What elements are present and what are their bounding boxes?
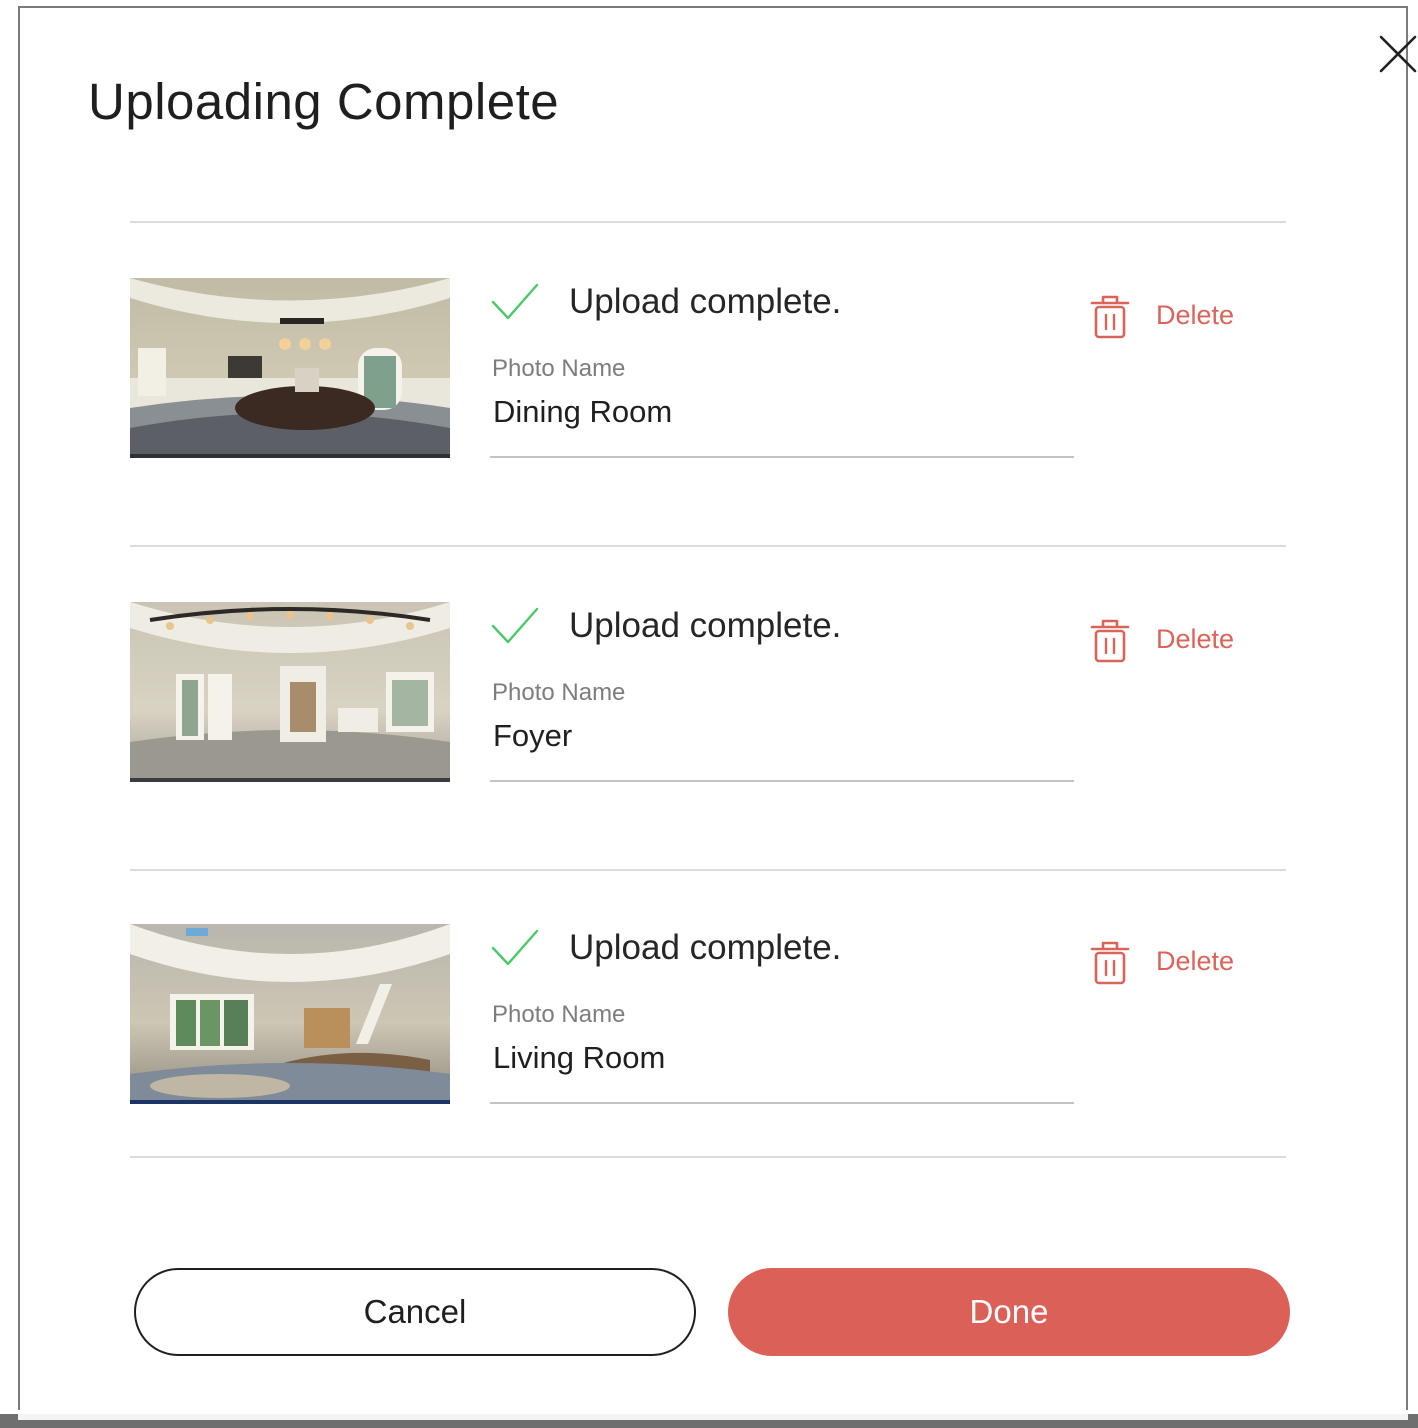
list-divider xyxy=(130,869,1286,871)
delete-button[interactable]: Delete xyxy=(1086,938,1246,986)
check-icon xyxy=(491,929,539,966)
photo-name-label: Photo Name xyxy=(492,679,626,706)
window-bottom-edge xyxy=(0,1414,1418,1428)
list-divider xyxy=(130,221,1286,223)
check-icon xyxy=(491,607,539,644)
trash-icon xyxy=(1090,619,1130,663)
photo-name-input[interactable] xyxy=(490,1036,1074,1104)
done-button[interactable]: Done xyxy=(728,1268,1290,1356)
upload-status: Upload complete. xyxy=(569,282,842,321)
delete-label: Delete xyxy=(1156,624,1235,654)
cancel-button[interactable]: Cancel xyxy=(134,1268,696,1356)
photo-name-input[interactable] xyxy=(490,714,1074,782)
photo-name-input[interactable] xyxy=(490,390,1074,458)
photo-thumbnail xyxy=(130,924,450,1104)
upload-status: Upload complete. xyxy=(569,928,842,967)
trash-icon xyxy=(1090,295,1130,339)
close-button[interactable] xyxy=(1376,32,1418,76)
page: Uploading Complete Upload complete. Phot… xyxy=(0,0,1418,1428)
upload-status: Upload complete. xyxy=(569,606,842,645)
upload-item: Upload complete. Photo Name Delete xyxy=(130,602,1286,782)
close-icon xyxy=(1379,35,1417,73)
trash-icon xyxy=(1090,941,1130,985)
list-divider xyxy=(130,1156,1286,1158)
upload-item: Upload complete. Photo Name Delete xyxy=(130,924,1286,1104)
delete-label: Delete xyxy=(1156,946,1235,976)
photo-name-label: Photo Name xyxy=(492,1001,626,1028)
check-icon xyxy=(491,283,539,320)
delete-label: Delete xyxy=(1156,300,1235,330)
photo-name-label: Photo Name xyxy=(492,355,626,382)
delete-button[interactable]: Delete xyxy=(1086,292,1246,340)
delete-button[interactable]: Delete xyxy=(1086,616,1246,664)
photo-thumbnail xyxy=(130,278,450,458)
photo-thumbnail xyxy=(130,602,450,782)
list-divider xyxy=(130,545,1286,547)
upload-item: Upload complete. Photo Name Delete xyxy=(130,278,1286,458)
dialog-title: Uploading Complete xyxy=(88,73,560,130)
